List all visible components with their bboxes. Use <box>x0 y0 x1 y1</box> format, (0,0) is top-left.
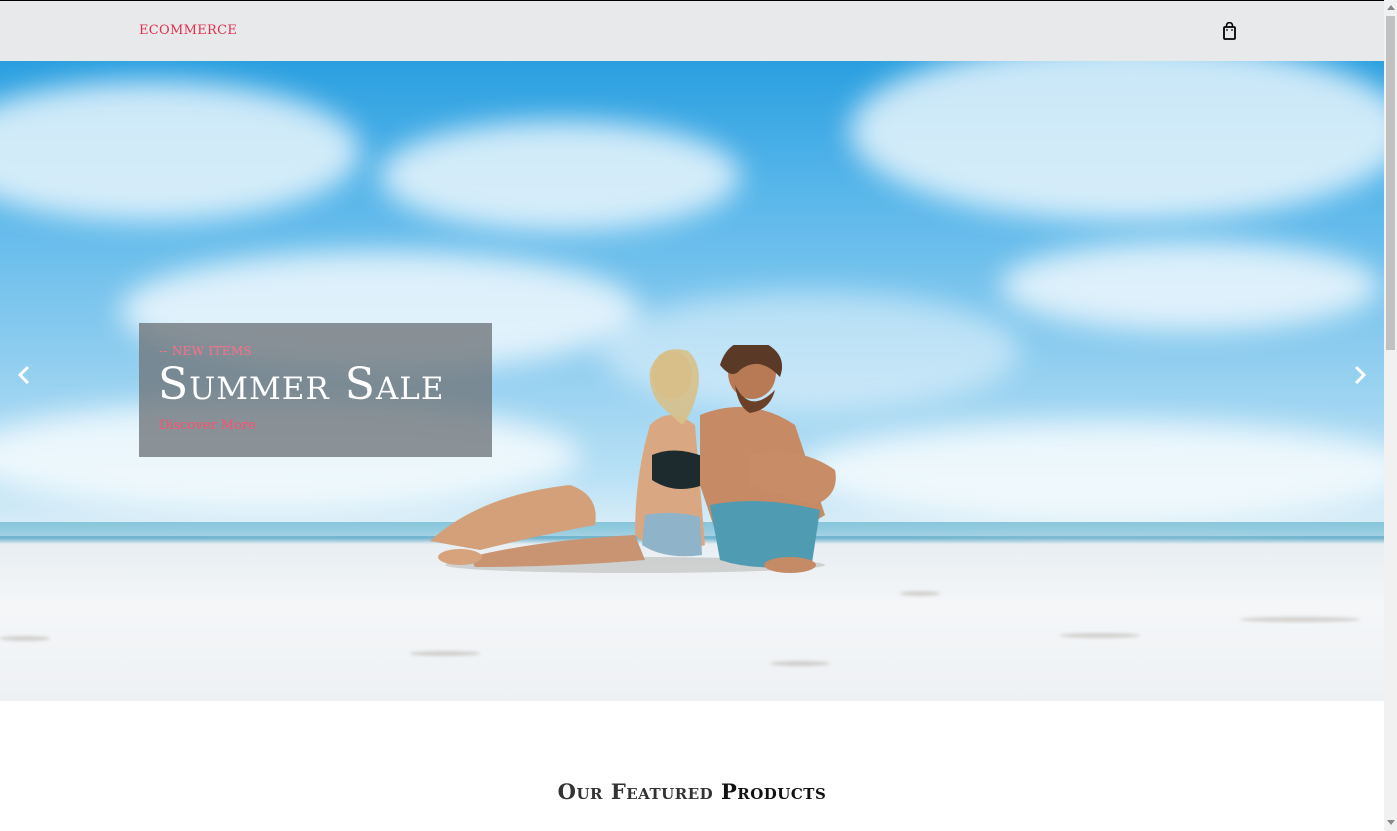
hero-carousel: -- NEW ITEMS Summer Sale Discover More <box>0 61 1384 701</box>
sand-mark <box>900 591 940 596</box>
cloud <box>380 121 740 231</box>
site-header: ECOMMERCE <box>0 1 1384 61</box>
discover-more-link[interactable]: Discover More <box>159 418 256 433</box>
sand-mark <box>0 636 50 641</box>
chevron-left-icon[interactable] <box>13 363 37 387</box>
shopping-bag-icon[interactable] <box>1221 21 1238 41</box>
chevron-right-icon[interactable] <box>1347 363 1371 387</box>
cloud <box>800 421 1384 521</box>
vertical-scrollbar[interactable] <box>1384 0 1397 831</box>
hero-title: Summer Sale <box>158 359 445 410</box>
cloud <box>1000 241 1380 331</box>
cloud <box>850 61 1384 221</box>
scroll-down-arrow-icon[interactable] <box>1387 820 1395 825</box>
featured-products-heading: Our Featured Products <box>0 779 1384 804</box>
sand-mark <box>770 661 830 666</box>
scroll-thumb[interactable] <box>1386 16 1395 350</box>
brand-logo-link[interactable]: ECOMMERCE <box>139 23 237 38</box>
featured-heading-light: Our Featured <box>557 779 714 804</box>
hero-caption: -- NEW ITEMS Summer Sale Discover More <box>139 323 492 457</box>
sand-mark <box>1240 617 1360 622</box>
cloud <box>0 81 360 221</box>
sand-mark <box>410 651 480 656</box>
featured-heading-bold: Products <box>720 779 827 804</box>
hero-kicker: -- NEW ITEMS <box>159 344 252 358</box>
sand-mark <box>1060 633 1140 638</box>
scroll-up-arrow-icon[interactable] <box>1387 5 1395 10</box>
